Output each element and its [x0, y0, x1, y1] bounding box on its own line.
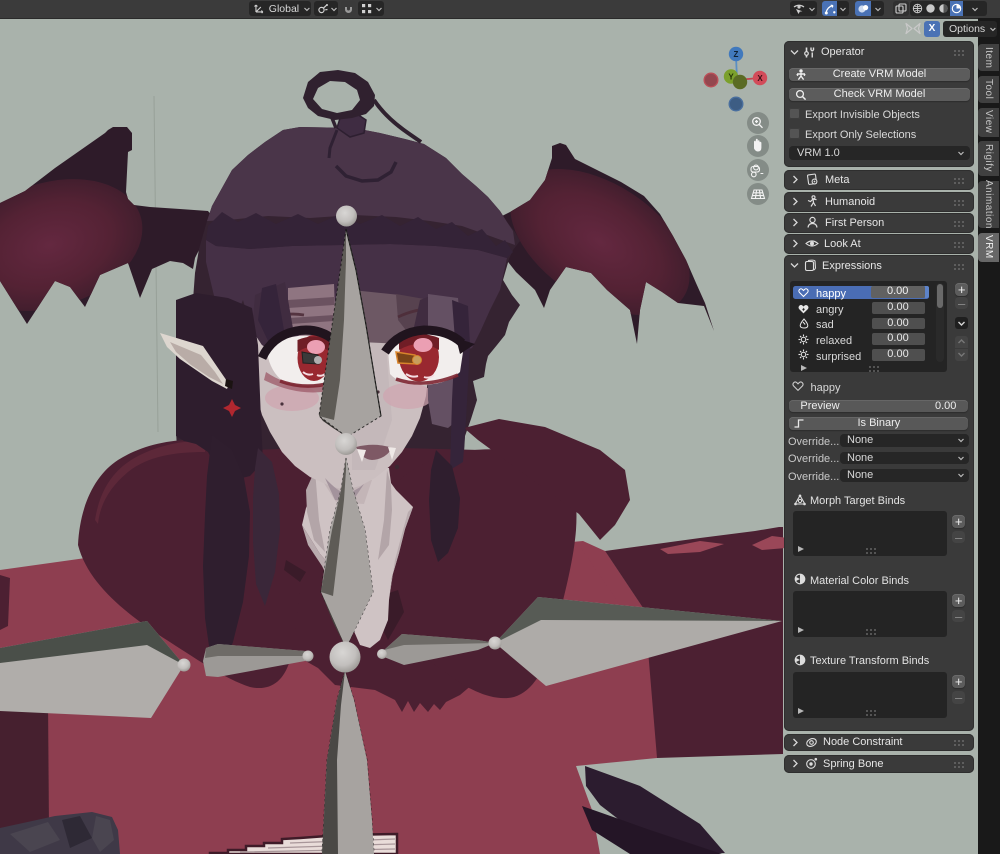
svg-text:Z: Z [734, 50, 739, 59]
svg-text:X: X [757, 74, 763, 83]
